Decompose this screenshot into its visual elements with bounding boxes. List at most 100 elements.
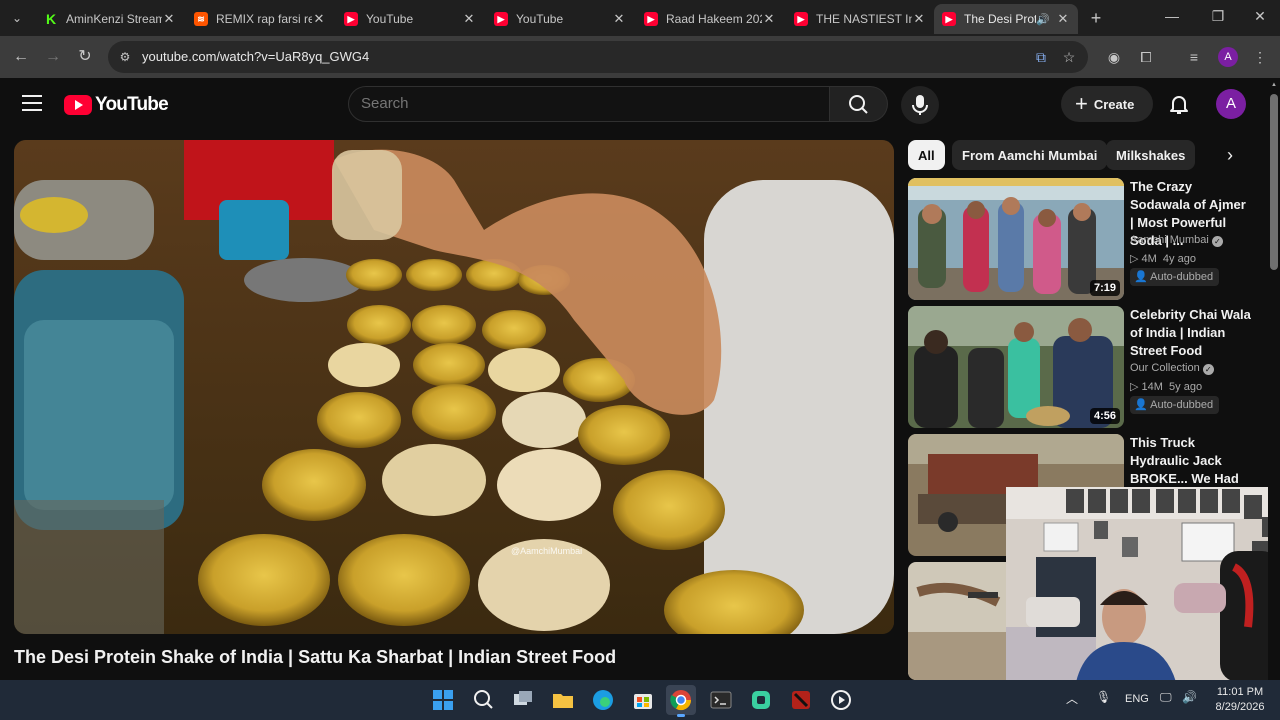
video-thumbnail[interactable]: 7:19: [908, 178, 1124, 300]
input-language[interactable]: ENG: [1125, 693, 1149, 705]
volume-icon[interactable]: 🔊: [1182, 690, 1197, 704]
file-explorer-icon[interactable]: [548, 685, 578, 715]
badge-text: Auto-dubbed: [1150, 271, 1214, 283]
forward-arrow-icon[interactable]: →: [42, 46, 64, 68]
scroll-up-arrow-icon[interactable]: ▲: [1270, 82, 1278, 90]
tab-youtube-1[interactable]: ▶ YouTube ✕: [336, 4, 484, 34]
video-watermark: @AamchiMumbai: [511, 546, 582, 556]
search-icon: [849, 95, 868, 114]
channel-name-text[interactable]: Aamchi Mumbai: [1130, 234, 1209, 246]
teams-icon[interactable]: [746, 685, 776, 715]
video-player[interactable]: @AamchiMumbai: [14, 140, 894, 634]
show-hidden-icons-chevron-icon[interactable]: ︿: [1066, 690, 1078, 707]
windows-taskbar: ︿ 🎙 ENG 🖵 🔊 11:01 PM 8/29/2026: [0, 680, 1280, 720]
terminal-icon[interactable]: [706, 685, 736, 715]
channel-name-text[interactable]: Our Collection: [1130, 362, 1200, 374]
create-button[interactable]: + Create: [1061, 86, 1153, 122]
youtube-icon: ▶: [494, 12, 508, 26]
system-clock[interactable]: 11:01 PM 8/29/2026: [1208, 685, 1272, 715]
video-thumbnail[interactable]: 4:56: [908, 306, 1124, 428]
back-arrow-icon[interactable]: ←: [10, 46, 32, 68]
channel-name[interactable]: Our Collection ✓: [1130, 362, 1214, 375]
microphone-icon: [912, 95, 928, 115]
upload-age: 5y ago: [1169, 381, 1203, 393]
close-tab-icon[interactable]: ✕: [612, 11, 626, 27]
media-player-icon[interactable]: [826, 685, 856, 715]
dota-icon[interactable]: [786, 685, 816, 715]
close-window-button[interactable]: ✕: [1250, 8, 1270, 25]
chip-from-aamchi-mumbai[interactable]: From Aamchi Mumbai: [952, 140, 1108, 170]
reload-icon[interactable]: ↻: [74, 46, 96, 68]
tab-title: REMIX rap farsi re: [216, 12, 312, 26]
kick-icon: K: [44, 11, 58, 27]
search-input[interactable]: [361, 95, 801, 112]
tab-remix-rap[interactable]: ≋ REMIX rap farsi re ✕: [186, 4, 334, 34]
recommended-video-2[interactable]: 4:56 Celebrity Chai Wala of India | Indi…: [908, 306, 1258, 428]
site-info-icon[interactable]: ⚙: [116, 48, 134, 66]
search-box[interactable]: [348, 86, 830, 122]
media-queue-icon[interactable]: ≡: [1184, 47, 1204, 67]
webcam-image: [1006, 487, 1280, 682]
account-avatar[interactable]: A: [1216, 89, 1246, 119]
video-title: The Desi Protein Shake of India | Sattu …: [14, 647, 617, 667]
tab-raad-hakeem[interactable]: ▶ Raad Hakeem 202 ✕: [636, 4, 784, 34]
edge-icon[interactable]: [588, 685, 618, 715]
hamburger-menu-icon[interactable]: [22, 95, 42, 113]
channel-name[interactable]: Aamchi Mumbai ✓: [1130, 234, 1223, 247]
recommended-video-1[interactable]: 7:19 The Crazy Sodawala of Ajmer | Most …: [908, 178, 1258, 300]
minimize-button[interactable]: —: [1162, 8, 1182, 24]
search-button[interactable]: [830, 86, 888, 122]
video-title[interactable]: Celebrity Chai Wala of India | Indian St…: [1130, 306, 1252, 360]
install-app-icon[interactable]: ⧉: [1032, 48, 1050, 66]
browser-profile-avatar[interactable]: A: [1218, 47, 1238, 67]
close-tab-icon[interactable]: ✕: [912, 11, 926, 27]
youtube-icon: ▶: [942, 12, 956, 26]
dubbed-person-icon: 👤: [1134, 271, 1148, 283]
notifications-bell-icon[interactable]: [1167, 92, 1191, 116]
extensions-puzzle-icon[interactable]: ⧠: [1136, 47, 1156, 67]
store-icon[interactable]: [628, 685, 658, 715]
tab-desi-protein[interactable]: ▶ The Desi Prote 🔊 ✕: [934, 4, 1078, 34]
browser-toolbar: ← → ↻ ⚙ youtube.com/watch?v=UaR8yq_GWG4 …: [0, 36, 1280, 78]
audio-playing-icon[interactable]: 🔊: [1036, 13, 1050, 26]
tab-title: THE NASTIEST Ind: [816, 12, 912, 26]
browser-menu-icon[interactable]: ⋮: [1250, 47, 1270, 67]
soundcloud-icon: ≋: [194, 12, 208, 26]
task-view-icon[interactable]: [508, 685, 538, 715]
chrome-icon[interactable]: [666, 685, 696, 717]
page-scrollbar[interactable]: ▲: [1268, 78, 1280, 682]
search-icon[interactable]: [468, 685, 498, 715]
voice-search-button[interactable]: [901, 86, 939, 124]
screen: ⌄ K AminKenzi Stream ✕ ≋ REMIX rap farsi…: [0, 0, 1280, 720]
play-icon: ▷: [1130, 381, 1142, 393]
scrollbar-thumb[interactable]: [1270, 94, 1278, 270]
microphone-icon[interactable]: 🎙: [1096, 690, 1111, 704]
restore-button[interactable]: ❐: [1208, 8, 1228, 25]
close-tab-icon[interactable]: ✕: [462, 11, 476, 27]
address-bar[interactable]: ⚙ youtube.com/watch?v=UaR8yq_GWG4 ⧉ ☆: [108, 41, 1088, 73]
verified-check-icon: ✓: [1211, 236, 1223, 247]
url-text[interactable]: youtube.com/watch?v=UaR8yq_GWG4: [142, 49, 369, 64]
tab-aminkenzi[interactable]: K AminKenzi Stream ✕: [36, 4, 184, 34]
close-tab-icon[interactable]: ✕: [162, 11, 176, 27]
new-tab-button[interactable]: +: [1086, 8, 1106, 28]
youtube-logo[interactable]: YouTube: [64, 94, 169, 116]
tab-nastiest[interactable]: ▶ THE NASTIEST Ind ✕: [786, 4, 934, 34]
close-tab-icon[interactable]: ✕: [312, 11, 326, 27]
tab-youtube-2[interactable]: ▶ YouTube ✕: [486, 4, 634, 34]
verified-check-icon: ✓: [1202, 364, 1214, 375]
dubbed-person-icon: 👤: [1134, 399, 1148, 411]
chip-all[interactable]: All: [908, 140, 945, 170]
video-meta: ▷ 14M 5y ago: [1130, 380, 1202, 393]
youtube-header: YouTube + Create: [0, 78, 1268, 134]
close-tab-icon[interactable]: ✕: [1056, 11, 1070, 27]
bookmark-star-icon[interactable]: ☆: [1060, 48, 1078, 66]
chevron-right-icon[interactable]: ›: [1216, 142, 1244, 168]
close-tab-icon[interactable]: ✕: [762, 11, 776, 27]
play-icon: ▷: [1130, 253, 1142, 265]
network-monitor-icon[interactable]: 🖵: [1160, 690, 1172, 705]
tab-search-button[interactable]: ⌄: [6, 8, 28, 28]
windows-start-icon[interactable]: [428, 685, 458, 715]
chip-milkshakes[interactable]: Milkshakes: [1106, 140, 1196, 170]
extension-circle-icon[interactable]: ◉: [1104, 47, 1124, 67]
